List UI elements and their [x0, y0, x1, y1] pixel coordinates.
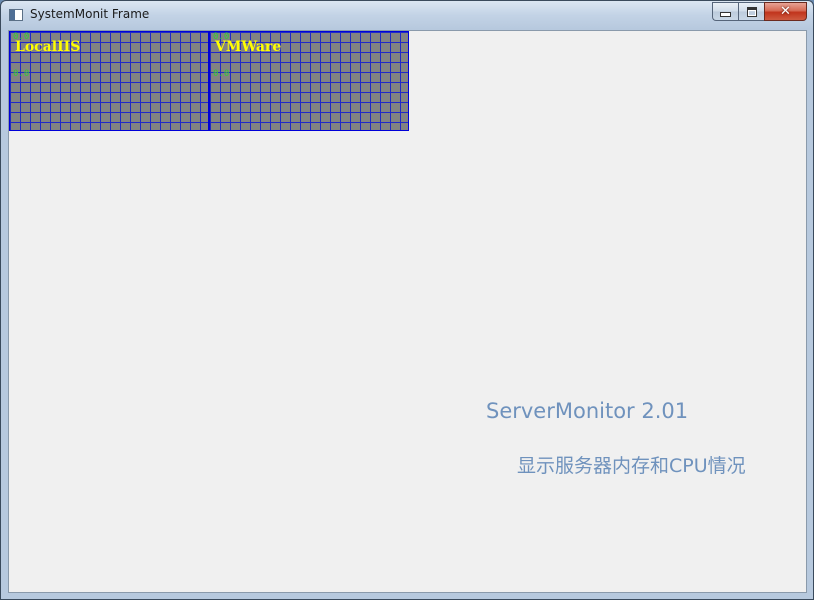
monitor-panel-localiis[interactable]: 0.0 LocalIIS 0.0 [9, 31, 209, 131]
maximize-icon [746, 6, 757, 17]
app-icon[interactable] [9, 9, 23, 21]
window-controls: ✕ [712, 2, 807, 21]
monitor-mid-value: 0.0 [13, 69, 30, 79]
window-title: SystemMonit Frame [30, 7, 150, 21]
client-area: 0.0 LocalIIS 0.0 0.0 VMWare 0.0 ServerMo… [8, 30, 807, 593]
monitor-label: LocalIIS [15, 39, 81, 55]
app-description-text: 显示服务器内存和CPU情况 [517, 455, 746, 477]
app-name-text: ServerMonitor 2.01 [486, 399, 689, 423]
app-window: SystemMonit Frame ✕ 0.0 LocalIIS 0.0 0.0… [0, 0, 814, 600]
maximize-button[interactable] [738, 2, 764, 21]
monitor-label: VMWare [215, 39, 282, 55]
close-icon: ✕ [780, 4, 791, 19]
monitor-mid-value: 0.0 [213, 69, 230, 79]
minimize-button[interactable] [712, 2, 738, 21]
minimize-icon [720, 12, 731, 17]
monitor-panel-vmware[interactable]: 0.0 VMWare 0.0 [209, 31, 409, 131]
close-button[interactable]: ✕ [764, 2, 807, 21]
title-bar[interactable]: SystemMonit Frame ✕ [1, 1, 813, 29]
